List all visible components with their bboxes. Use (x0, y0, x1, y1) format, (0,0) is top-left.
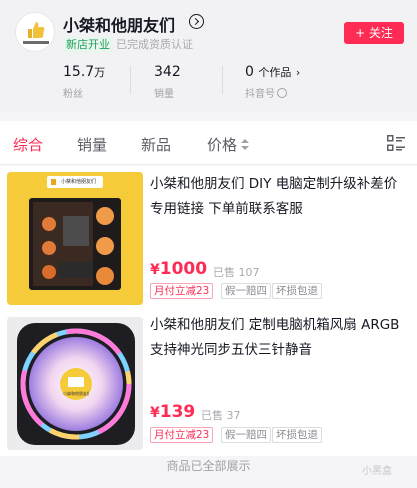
tag-installment: 月付立减23 (150, 283, 214, 299)
tab-comprehensive[interactable]: 综合 (13, 134, 43, 155)
thumb-logo-text: 小桀和他朋友们 (61, 179, 97, 185)
stat-sales-value: 342 (154, 64, 181, 80)
sort-tabs: 综合 销量 新品 价格 (0, 121, 417, 165)
verified-text: 已完成资质认证 (116, 38, 193, 51)
stat-works-unit: 个作品 (258, 66, 292, 79)
tag-fake-compensate: 假一赔四 (221, 283, 271, 299)
product-price: ¥139 (150, 402, 195, 422)
product-card[interactable]: 小桀和他朋友们 小桀和他朋友们 DIY 电脑定制升级补差价专用链接 下单前联系客… (0, 166, 417, 311)
price-value: 1000 (159, 259, 208, 279)
sort-arrows-icon[interactable] (241, 139, 249, 150)
tab-price[interactable]: 价格 (207, 134, 237, 155)
rgb-fan-illustration (7, 317, 143, 450)
list-end-text: 商品已全部展示 (166, 459, 251, 473)
tag-damage-return: 坏损包退 (272, 283, 322, 299)
shop-name[interactable]: 小桀和他朋友们 (63, 12, 175, 36)
price-symbol: ¥ (150, 262, 160, 278)
tab-new[interactable]: 新品 (141, 134, 171, 155)
follow-button[interactable]: + 关注 (344, 22, 404, 44)
chevron-right-icon: › (295, 66, 301, 79)
product-card[interactable]: 小桀和他朋友们 小桀和他朋友们 定制电脑机箱风扇 ARGB支持神光同步五伏三针静… (0, 311, 417, 456)
sold-count: 已售 107 (213, 266, 260, 279)
stat-sales-label: 销量 (154, 89, 174, 100)
stat-douyin-label: 抖音号 (245, 85, 287, 100)
chevron-right-circle-icon[interactable] (189, 14, 204, 29)
douyin-icon (277, 88, 287, 98)
product-title[interactable]: 小桀和他朋友们 定制电脑机箱风扇 ARGB支持神光同步五伏三针静音 (150, 313, 408, 363)
watermark: 小黑盒 (362, 466, 392, 477)
stat-fans-label: 粉丝 (63, 89, 83, 100)
stat-works[interactable]: 0 个作品 › (245, 64, 300, 80)
stat-douyin-label-text: 抖音号 (245, 89, 275, 100)
shop-avatar[interactable] (15, 12, 55, 52)
price-value: 139 (159, 402, 196, 422)
tag-fake-compensate: 假一赔四 (221, 427, 271, 443)
tab-sales[interactable]: 销量 (77, 134, 107, 155)
stat-works-value: 0 (245, 64, 254, 80)
thumb-logo-text: 小桀和他朋友们 (63, 391, 89, 396)
rgb-fan-image[interactable]: 小桀和他朋友们 (7, 317, 143, 450)
sold-count: 已售 37 (201, 409, 241, 422)
stat-sales: 342 (154, 64, 181, 80)
stat-fans-value: 15.7 (63, 64, 95, 80)
product-title[interactable]: 小桀和他朋友们 DIY 电脑定制升级补差价专用链接 下单前联系客服 (150, 172, 408, 222)
pc-case-image[interactable]: 小桀和他朋友们 (7, 172, 143, 305)
stat-fans-unit: 万 (94, 66, 106, 79)
tag-damage-return: 坏损包退 (272, 427, 322, 443)
list-layout-icon[interactable] (387, 135, 405, 151)
stat-divider (130, 66, 131, 94)
price-symbol: ¥ (150, 405, 160, 421)
new-shop-badge: 新店开业 (63, 37, 113, 53)
product-price: ¥1000 (150, 259, 207, 279)
tag-installment: 月付立减23 (150, 427, 214, 443)
shop-header: 小桀和他朋友们 新店开业 已完成资质认证 + 关注 15.7万 粉丝 342 销… (0, 0, 417, 112)
stat-divider (222, 66, 223, 94)
thumbs-up-logo-icon (16, 13, 54, 51)
stat-fans[interactable]: 15.7万 (63, 64, 105, 80)
pc-case-illustration (7, 172, 143, 305)
